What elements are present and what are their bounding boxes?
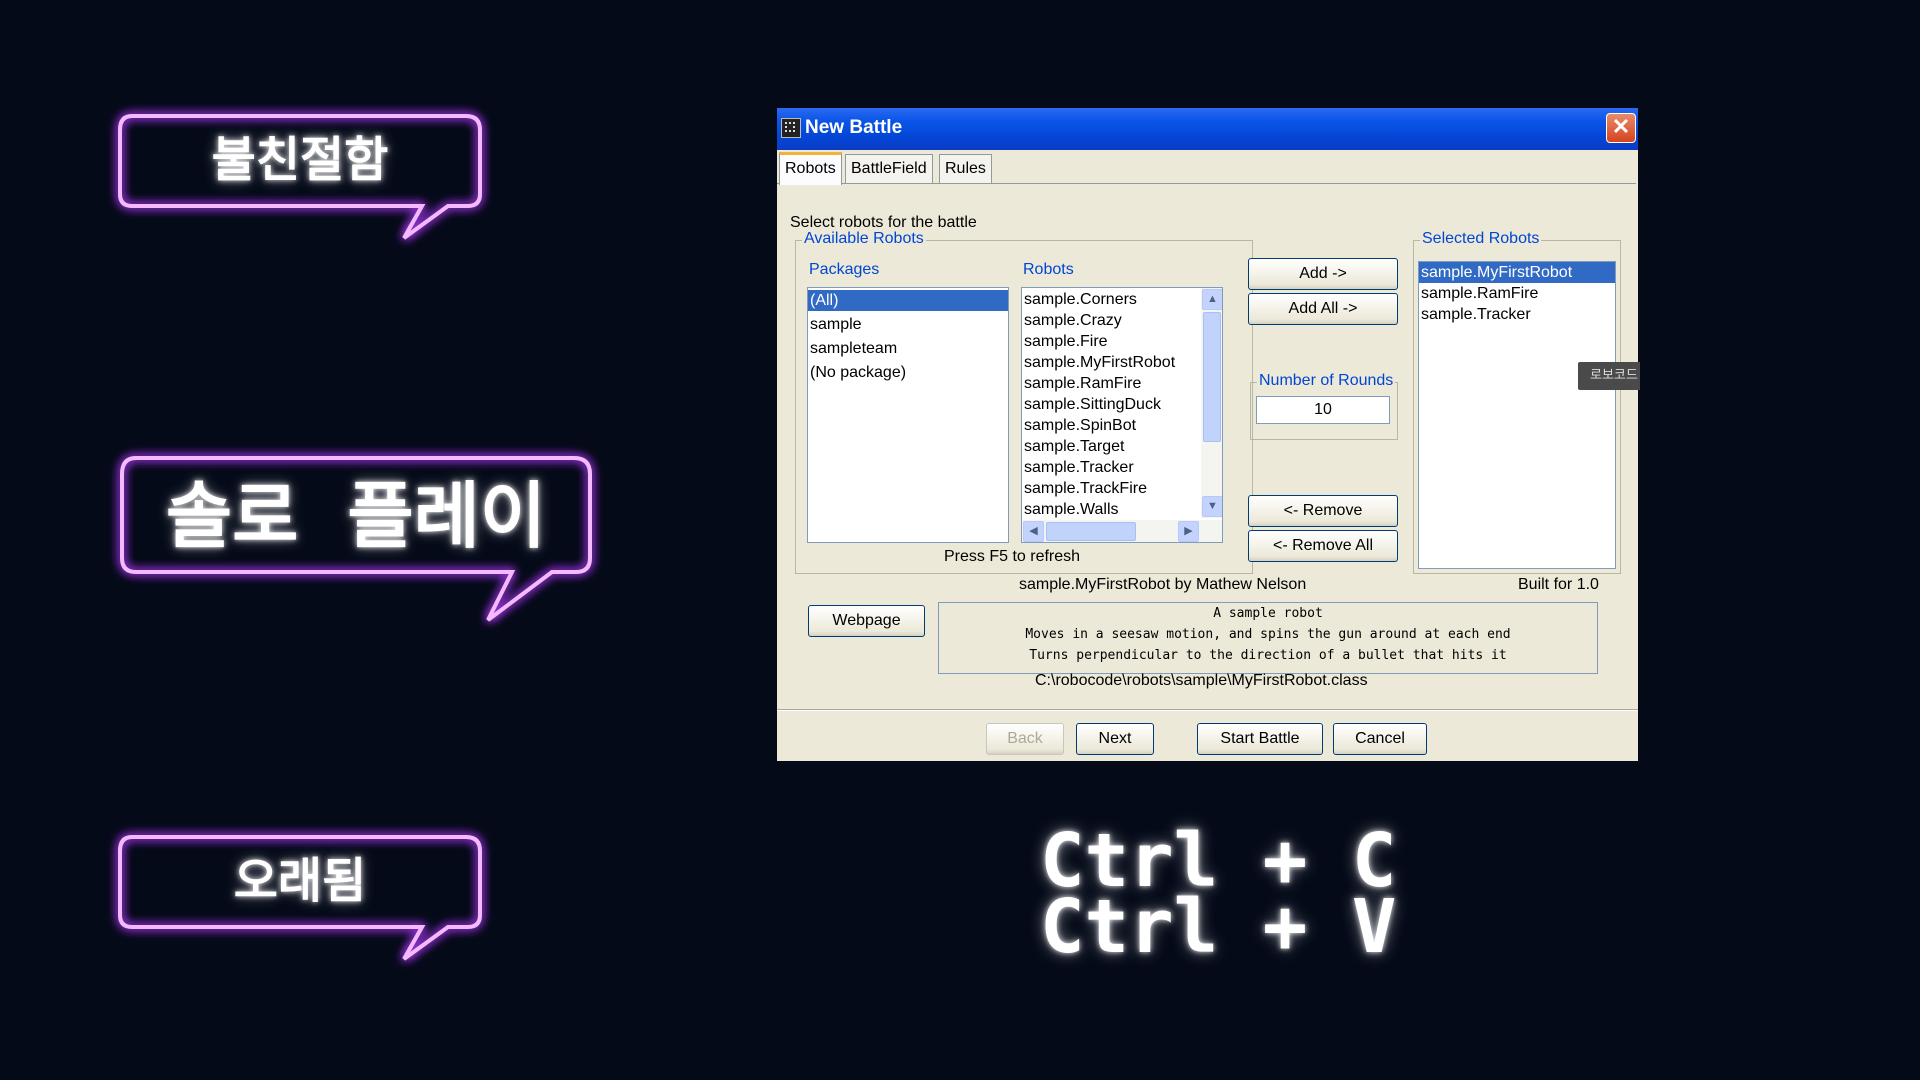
footer-divider <box>777 709 1638 711</box>
available-robots-group: Available Robots Packages Robots (All) s… <box>795 230 1253 574</box>
scroll-up-icon[interactable]: ▲ <box>1202 289 1222 310</box>
list-item[interactable]: sample.SittingDuck <box>1022 394 1222 415</box>
bubble-text: 솔로 플레이 <box>165 474 547 558</box>
robot-file-path: C:\robocode\robots\sample\MyFirstRobot.c… <box>1035 672 1368 689</box>
list-item[interactable]: sample.Tracker <box>1419 304 1615 325</box>
app-icon <box>781 118 801 138</box>
selected-robots-title: Selected Robots <box>1420 230 1542 248</box>
number-of-rounds-label: Number of Rounds <box>1257 372 1396 390</box>
new-battle-dialog: New Battle ✕ Robots BattleField Rules Se… <box>777 108 1638 761</box>
add-all-button[interactable]: Add All -> <box>1248 293 1398 325</box>
built-for: Built for 1.0 <box>1518 576 1599 593</box>
cancel-button[interactable]: Cancel <box>1333 723 1427 755</box>
list-item[interactable]: sampleteam <box>808 338 1008 359</box>
robot-description: A sample robot Moves in a seesaw motion,… <box>938 602 1598 674</box>
list-item[interactable]: sample.MyFirstRobot <box>1022 352 1222 373</box>
list-item[interactable]: sample.Walls <box>1022 499 1222 520</box>
selected-robots-group: Selected Robots sample.MyFirstRobot samp… <box>1413 230 1621 574</box>
description-line: Moves in a seesaw motion, and spins the … <box>1025 627 1511 642</box>
back-button[interactable]: Back <box>986 723 1064 755</box>
window-title: New Battle <box>805 117 903 138</box>
number-of-rounds-group: Number of Rounds <box>1250 372 1398 440</box>
scroll-right-icon[interactable]: ▶ <box>1178 521 1199 542</box>
packages-list[interactable]: (All) sample sampleteam (No package) <box>807 287 1009 543</box>
list-item[interactable]: sample.TrackFire <box>1022 478 1222 499</box>
tab-robots[interactable]: Robots <box>779 152 842 185</box>
scroll-thumb[interactable] <box>1046 522 1136 541</box>
shortcut-text: Ctrl + C Ctrl + V <box>1040 824 1397 970</box>
description-line: A sample robot <box>1213 606 1323 621</box>
list-item[interactable]: (No package) <box>808 362 1008 383</box>
bubble-text: 불친절함 <box>211 132 389 188</box>
remove-all-button[interactable]: <- Remove All <box>1248 530 1398 562</box>
list-item[interactable]: sample.Target <box>1022 436 1222 457</box>
next-button[interactable]: Next <box>1076 723 1154 755</box>
list-item[interactable]: sample.Fire <box>1022 331 1222 352</box>
webpage-button[interactable]: Webpage <box>808 605 925 637</box>
close-button[interactable]: ✕ <box>1606 113 1636 143</box>
available-robots-title: Available Robots <box>802 230 926 248</box>
list-item[interactable]: sample.RamFire <box>1419 283 1615 304</box>
list-item[interactable]: sample.MyFirstRobot <box>1419 262 1615 283</box>
scroll-left-icon[interactable]: ◀ <box>1023 521 1044 542</box>
refresh-hint: Press F5 to refresh <box>944 548 1081 565</box>
bubble-text: 오래됨 <box>233 853 367 909</box>
list-item[interactable]: sample.Tracker <box>1022 457 1222 478</box>
speech-bubble-old: 오래됨 <box>118 835 482 963</box>
robots-label: Robots <box>1023 261 1074 278</box>
robots-list[interactable]: sample.Corners sample.Crazy sample.Fire … <box>1021 287 1223 543</box>
list-item[interactable]: sample <box>808 314 1008 335</box>
scroll-down-icon[interactable]: ▼ <box>1202 496 1222 517</box>
packages-label: Packages <box>809 261 880 278</box>
speech-bubble-solo-play: 솔로 플레이 <box>120 456 592 624</box>
remove-button[interactable]: <- Remove <box>1248 495 1398 527</box>
selected-robots-list[interactable]: sample.MyFirstRobot sample.RamFire sampl… <box>1418 261 1616 569</box>
speech-bubble-unfriendly: 불친절함 <box>118 114 482 242</box>
robot-info: sample.MyFirstRobot by Mathew Nelson <box>1019 576 1307 593</box>
list-item[interactable]: sample.Crazy <box>1022 310 1222 331</box>
tooltip: 로보코드 <box>1578 362 1640 390</box>
tab-rules[interactable]: Rules <box>939 154 992 183</box>
list-item[interactable]: sample.Corners <box>1022 289 1222 310</box>
description-line: Turns perpendicular to the direction of … <box>1029 648 1507 663</box>
title-bar[interactable]: New Battle ✕ <box>777 108 1638 150</box>
robots-horizontal-scrollbar[interactable]: ◀ ▶ <box>1022 520 1222 542</box>
number-of-rounds-input[interactable] <box>1256 396 1390 424</box>
shortcut-line-paste: Ctrl + V <box>1040 884 1397 970</box>
list-item[interactable]: sample.SpinBot <box>1022 415 1222 436</box>
robots-vertical-scrollbar[interactable]: ▲ ▼ <box>1201 288 1222 518</box>
tab-battlefield[interactable]: BattleField <box>845 154 933 183</box>
list-item[interactable]: sample.RamFire <box>1022 373 1222 394</box>
scroll-thumb[interactable] <box>1203 312 1221 442</box>
list-item[interactable]: (All) <box>808 290 1008 311</box>
start-battle-button[interactable]: Start Battle <box>1197 723 1323 755</box>
add-button[interactable]: Add -> <box>1248 258 1398 290</box>
